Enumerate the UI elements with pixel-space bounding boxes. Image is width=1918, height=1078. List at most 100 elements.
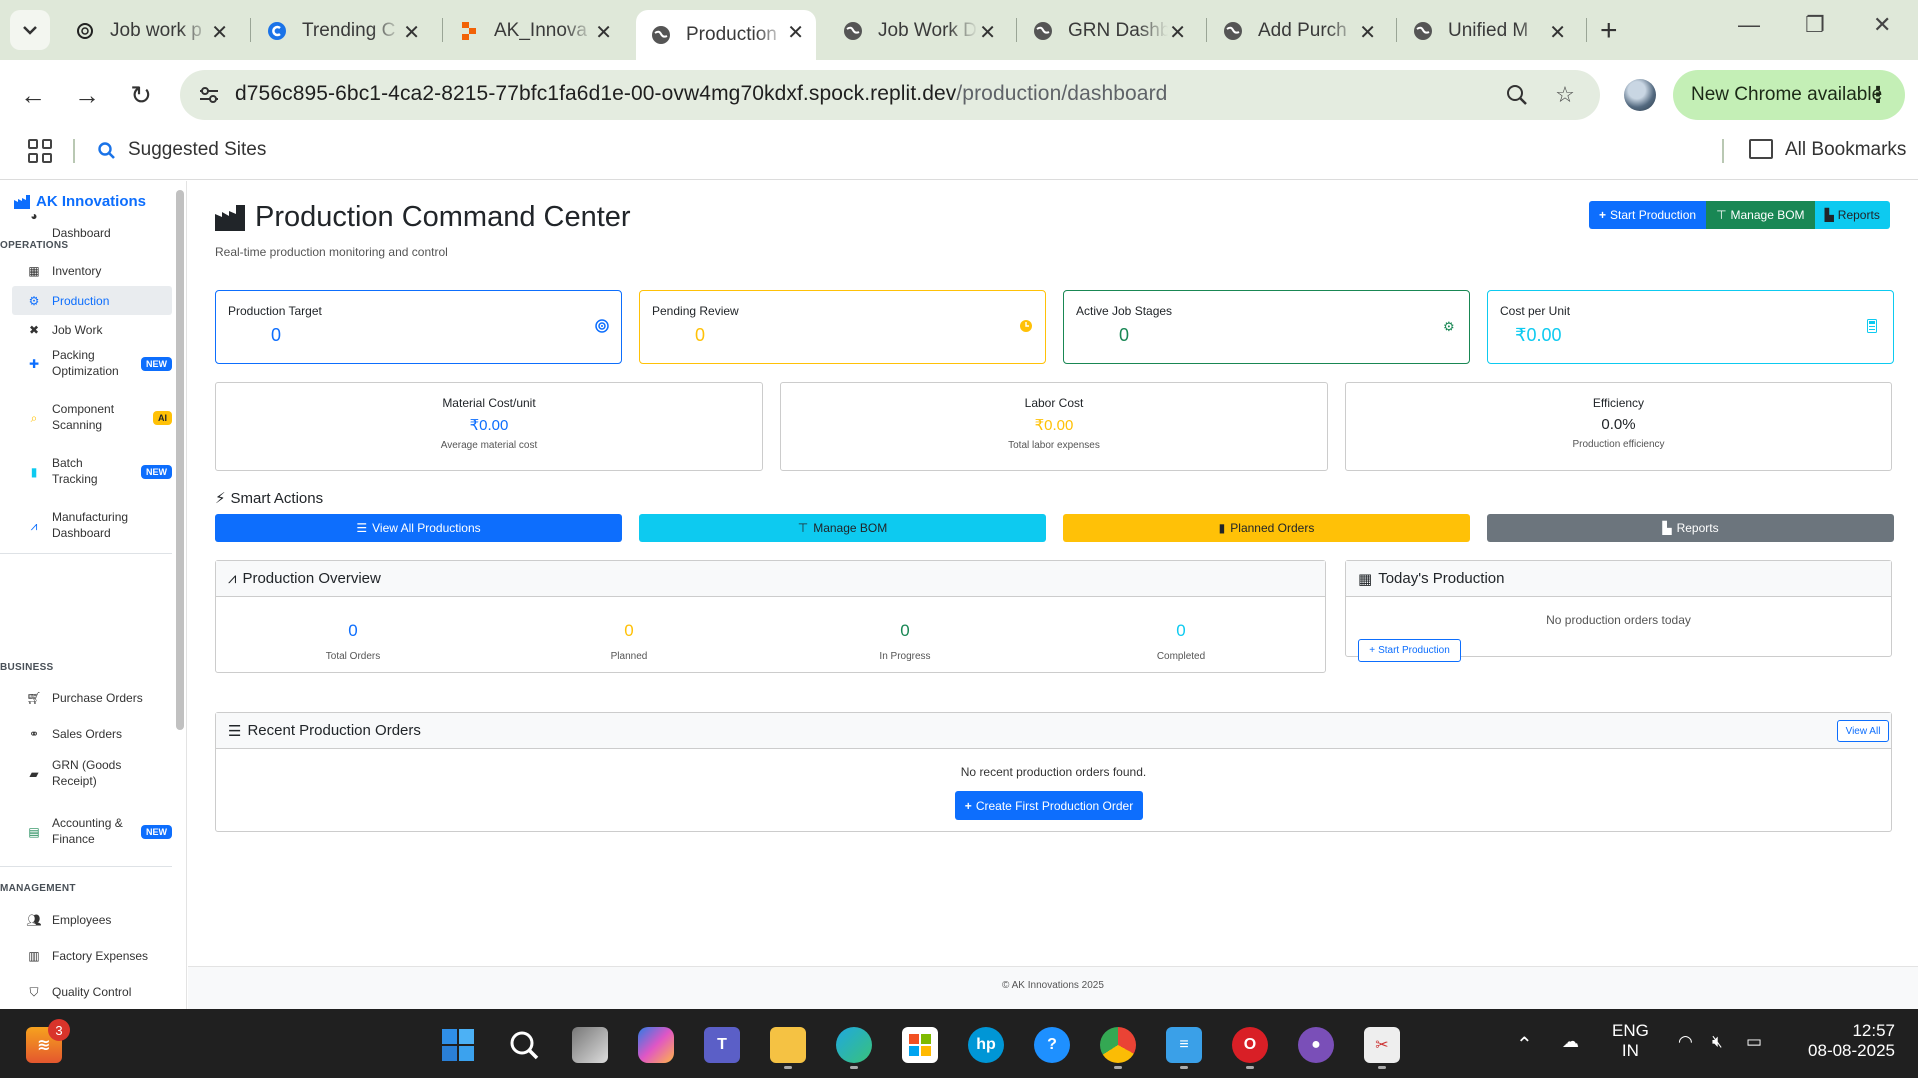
sidebar-item-production[interactable]: ⚙ Production: [12, 286, 172, 315]
clock[interactable]: 12:57 08-08-2025: [1795, 1021, 1895, 1061]
close-icon[interactable]: ✕: [1549, 20, 1566, 45]
browser-tab-5[interactable]: Job Work D ✕: [828, 10, 1008, 52]
manage-bom-action-button[interactable]: ⊤ Manage BOM: [639, 514, 1046, 542]
empty-state-text: No production orders today: [1546, 613, 1691, 627]
copilot-icon[interactable]: [638, 1027, 674, 1063]
sidebar-item-component-scanning[interactable]: ⌕ Component Scanning AI: [12, 401, 172, 435]
suggested-sites-bookmark[interactable]: Suggested Sites: [128, 139, 266, 161]
browser-tab-6[interactable]: GRN Dashb ✕: [1018, 10, 1198, 52]
task-view-icon[interactable]: [572, 1027, 608, 1063]
sidebar-item-manufacturing-dashboard[interactable]: ⩘ Manufacturing Dashboard: [12, 509, 172, 543]
browser-tab-8[interactable]: Unified M ✕: [1398, 10, 1578, 52]
sidebar-item-job-work[interactable]: ✖ Job Work: [12, 316, 172, 344]
sidebar-item-batch-tracking[interactable]: ▮ Batch Tracking NEW: [12, 455, 172, 489]
button-label: Planned Orders: [1230, 521, 1315, 535]
section-management: MANAGEMENT: [0, 883, 76, 894]
bookmark-star-icon[interactable]: ☆: [1552, 82, 1578, 108]
sidebar-item-quality-control[interactable]: ⛉ Quality Control: [12, 978, 172, 1006]
time: 12:57: [1852, 1021, 1895, 1040]
sidebar-item-grn[interactable]: ▰ GRN (Goods Receipt): [12, 757, 172, 791]
microsoft-store-icon[interactable]: [902, 1027, 938, 1063]
minimize-icon[interactable]: —: [1738, 12, 1760, 38]
notepad-icon[interactable]: ≡: [1166, 1027, 1202, 1063]
more-vert-icon[interactable]: ⋮: [1867, 82, 1889, 108]
language-indicator[interactable]: ENG IN: [1612, 1021, 1649, 1061]
overview-value: 0: [624, 621, 634, 640]
window-close-icon[interactable]: ✕: [1873, 12, 1891, 38]
zoom-icon[interactable]: [1504, 82, 1530, 108]
running-indicator: [1114, 1066, 1122, 1069]
snipping-tool-icon[interactable]: ✂: [1364, 1027, 1400, 1063]
browser-tab-7[interactable]: Add Purch ✕: [1208, 10, 1388, 52]
sidebar-item-label: Accounting & Finance: [52, 816, 123, 846]
sidebar-item-dashboard[interactable]: ◕ Dashboard: [12, 198, 172, 240]
github-icon[interactable]: ●: [1298, 1027, 1334, 1063]
stat-value: 0: [695, 325, 706, 345]
sidebar-item-employees[interactable]: 👥︎ Employees: [12, 906, 172, 934]
start-production-button[interactable]: + Start Production: [1589, 201, 1707, 229]
hp-icon[interactable]: hp: [968, 1027, 1004, 1063]
windows-start-icon[interactable]: [440, 1027, 476, 1063]
tab-search-button[interactable]: [10, 10, 50, 50]
onedrive-cloud-icon[interactable]: ☁: [1562, 1032, 1579, 1052]
cost-card-value: ₹0.00: [1034, 417, 1074, 434]
reload-icon[interactable]: ↻: [126, 80, 156, 110]
new-chrome-label: New Chrome available: [1691, 84, 1883, 105]
sidebar-item-label: Component Scanning: [52, 402, 115, 432]
new-tab-plus-icon[interactable]: +: [1600, 14, 1618, 48]
close-icon[interactable]: ✕: [211, 20, 228, 45]
reports-action-button[interactable]: ▙ Reports: [1487, 514, 1894, 542]
planned-orders-button[interactable]: ▮ Planned Orders: [1063, 514, 1470, 542]
back-arrow-icon[interactable]: ←: [18, 80, 48, 110]
close-icon[interactable]: ✕: [403, 20, 420, 45]
profile-avatar[interactable]: [1624, 79, 1656, 111]
search-icon[interactable]: [506, 1027, 542, 1063]
page-title: Production Command Center: [215, 201, 631, 234]
start-production-small-button[interactable]: + Start Production: [1358, 639, 1461, 662]
sitemap-icon: ⊤: [1716, 208, 1727, 222]
teams-icon[interactable]: T: [704, 1027, 740, 1063]
apps-grid-icon[interactable]: [28, 139, 52, 163]
help-icon[interactable]: ?: [1034, 1027, 1070, 1063]
chevron-up-icon[interactable]: ⌃: [1516, 1032, 1533, 1057]
tab-title: Job work p: [110, 20, 202, 41]
all-bookmarks-button[interactable]: All Bookmarks: [1785, 139, 1906, 161]
close-icon[interactable]: ✕: [979, 20, 996, 45]
wifi-icon[interactable]: ◠: [1678, 1032, 1693, 1052]
chrome-icon[interactable]: [1100, 1027, 1136, 1063]
volume-muted-icon[interactable]: 🔇︎: [1712, 1032, 1723, 1052]
edge-icon[interactable]: [836, 1027, 872, 1063]
url-text[interactable]: d756c895-6bc1-4ca2-8215-77bfc1fa6d1e-00-…: [235, 82, 1167, 106]
battery-icon[interactable]: ▭: [1746, 1032, 1762, 1052]
sidebar-item-purchase-orders[interactable]: 🛒︎ Purchase Orders: [12, 684, 172, 712]
sidebar-item-factory-expenses[interactable]: ▥ Factory Expenses: [12, 942, 172, 970]
bookmark-separator: [1722, 139, 1724, 163]
file-explorer-icon[interactable]: [770, 1027, 806, 1063]
browser-tab-3[interactable]: AK_Innova ✕: [444, 10, 624, 52]
overview-completed: 0 Completed: [1061, 621, 1301, 662]
sidebar-item-inventory[interactable]: ▦ Inventory: [12, 257, 172, 285]
view-all-productions-button[interactable]: ☰ View All Productions: [215, 514, 622, 542]
close-icon[interactable]: ✕: [1359, 20, 1376, 45]
browser-tab-1[interactable]: Job work p ✕: [60, 10, 240, 52]
close-icon[interactable]: ✕: [1169, 20, 1186, 45]
site-info-icon[interactable]: [196, 82, 222, 108]
reports-button[interactable]: ▙ Reports: [1814, 201, 1890, 229]
sidebar-item-accounting[interactable]: ▤ Accounting & Finance NEW: [12, 815, 172, 849]
browser-tab-4-active[interactable]: Production ✕: [636, 10, 816, 60]
opera-icon[interactable]: O: [1232, 1027, 1268, 1063]
restore-icon[interactable]: ❐: [1805, 12, 1825, 38]
chart-bar-icon: ▙: [1824, 208, 1834, 222]
close-icon[interactable]: ✕: [595, 20, 612, 45]
forward-arrow-icon[interactable]: →: [72, 80, 102, 110]
new-chrome-available-button[interactable]: New Chrome available ⋮: [1673, 70, 1905, 120]
sidebar-item-packing-optimization[interactable]: ✚ Packing Optimization NEW: [12, 347, 172, 381]
view-all-button[interactable]: View All: [1837, 720, 1889, 742]
browser-tab-2[interactable]: Trending C ✕: [252, 10, 432, 52]
close-icon[interactable]: ✕: [787, 20, 804, 45]
sidebar-item-label: Production: [52, 293, 110, 308]
manage-bom-button[interactable]: ⊤ Manage BOM: [1706, 201, 1815, 229]
sidebar-scrollbar[interactable]: [176, 190, 184, 730]
sidebar-item-sales-orders[interactable]: ⚭ Sales Orders: [12, 720, 172, 748]
create-first-production-order-button[interactable]: + Create First Production Order: [955, 791, 1143, 820]
